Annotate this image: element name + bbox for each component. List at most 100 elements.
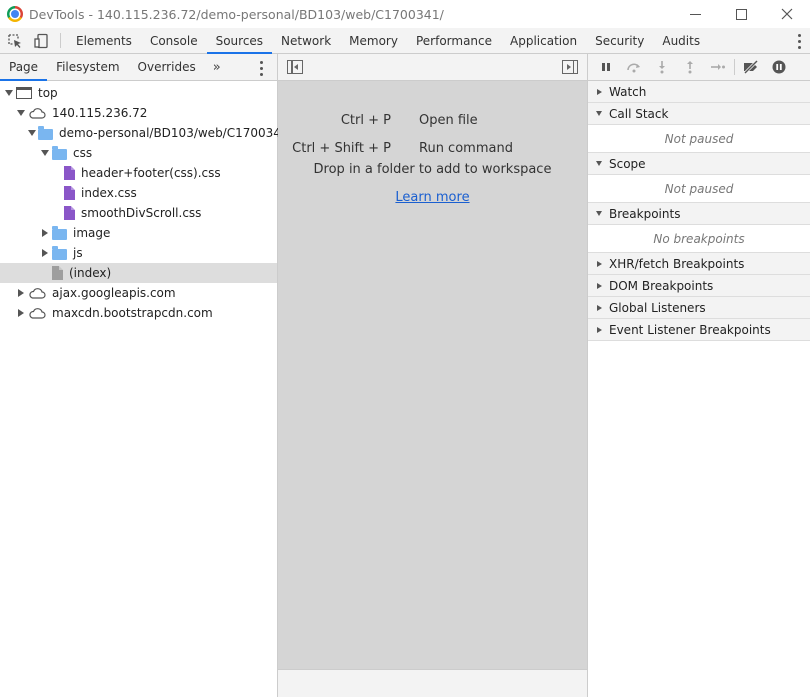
tab-page[interactable]: Page xyxy=(0,54,48,81)
shortcut-key: Ctrl + P xyxy=(340,112,391,128)
tree-item-js-folder[interactable]: js xyxy=(0,243,277,263)
tab-memory[interactable]: Memory xyxy=(340,28,407,53)
toolbar-divider xyxy=(60,33,61,48)
section-title: DOM Breakpoints xyxy=(609,278,714,293)
expand-arrow-icon xyxy=(594,109,604,119)
navigator-menu-icon[interactable] xyxy=(260,61,264,76)
tree-item-host[interactable]: ajax.googleapis.com xyxy=(0,283,277,303)
pause-button[interactable] xyxy=(592,54,620,80)
tab-sources[interactable]: Sources xyxy=(206,28,273,54)
window-controls xyxy=(672,0,810,28)
expand-arrow-icon[interactable] xyxy=(28,128,36,138)
collapse-arrow-icon[interactable] xyxy=(16,288,26,298)
step-out-button[interactable] xyxy=(676,54,704,80)
tab-application[interactable]: Application xyxy=(501,28,586,53)
pause-on-exceptions-button[interactable] xyxy=(765,54,793,80)
window-title: DevTools - 140.115.236.72/demo-personal/… xyxy=(29,6,444,22)
section-header[interactable]: Breakpoints xyxy=(588,203,810,224)
step-over-button[interactable] xyxy=(620,54,648,80)
tree-item-file[interactable]: index.css xyxy=(0,183,277,203)
navigator-tabs: Page Filesystem Overrides » xyxy=(0,54,277,81)
document-icon xyxy=(52,266,63,280)
tab-audits[interactable]: Audits xyxy=(653,28,709,53)
tree-item-css-folder[interactable]: css xyxy=(0,143,277,163)
section-header[interactable]: Watch xyxy=(588,81,810,102)
cloud-icon xyxy=(28,107,46,119)
inspect-element-icon xyxy=(8,34,21,48)
editor-toolbar xyxy=(278,54,587,81)
tree-item-top[interactable]: top xyxy=(0,83,277,103)
section-placeholder: Not paused xyxy=(588,174,810,202)
shortcut-label: Open file xyxy=(419,112,478,128)
deactivate-breakpoints-button[interactable] xyxy=(737,54,765,80)
minimize-button[interactable] xyxy=(672,0,718,28)
more-tabs-button[interactable]: » xyxy=(205,54,229,80)
customize-menu-icon[interactable] xyxy=(798,34,802,49)
toggle-debugger-icon[interactable] xyxy=(562,60,578,74)
step-over-icon xyxy=(627,63,640,73)
section-header[interactable]: Event Listener Breakpoints xyxy=(588,319,810,340)
global-listeners-section: Global Listeners xyxy=(588,297,810,319)
maximize-button[interactable] xyxy=(718,0,764,28)
inspect-element-button[interactable] xyxy=(2,28,28,54)
section-title: Scope xyxy=(609,156,646,171)
section-title: Call Stack xyxy=(609,106,669,121)
toggle-navigator-icon[interactable] xyxy=(287,60,303,74)
tree-item-host[interactable]: 140.115.236.72 xyxy=(0,103,277,123)
section-title: Breakpoints xyxy=(609,206,681,221)
cloud-icon xyxy=(28,307,46,319)
tree-item-host[interactable]: maxcdn.bootstrapcdn.com xyxy=(0,303,277,323)
folder-icon xyxy=(52,245,67,260)
collapse-arrow-icon[interactable] xyxy=(40,228,50,238)
editor-pane: Ctrl + P Open file Ctrl + Shift + P Run … xyxy=(278,54,587,697)
title-bar: DevTools - 140.115.236.72/demo-personal/… xyxy=(0,0,810,28)
expand-arrow-icon[interactable] xyxy=(40,148,50,158)
xhr-breakpoints-section: XHR/fetch Breakpoints xyxy=(588,253,810,275)
device-toolbar-button[interactable] xyxy=(28,28,54,54)
section-header[interactable]: Scope xyxy=(588,153,810,174)
close-button[interactable] xyxy=(764,0,810,28)
section-header[interactable]: DOM Breakpoints xyxy=(588,275,810,296)
tab-network[interactable]: Network xyxy=(272,28,340,53)
section-header[interactable]: Global Listeners xyxy=(588,297,810,318)
section-header[interactable]: Call Stack xyxy=(588,103,810,124)
tree-item-folder[interactable]: demo-personal/BD103/web/C1700341 xyxy=(0,123,289,143)
step-button[interactable] xyxy=(704,54,732,80)
event-listener-breakpoints-section: Event Listener Breakpoints xyxy=(588,319,810,341)
tree-item-file[interactable]: header+footer(css).css xyxy=(0,163,277,183)
tab-elements[interactable]: Elements xyxy=(67,28,141,53)
tab-console[interactable]: Console xyxy=(141,28,207,53)
tree-item-file[interactable]: smoothDivScroll.css xyxy=(0,203,277,223)
pause-on-exceptions-icon xyxy=(772,60,786,74)
expand-arrow-icon[interactable] xyxy=(16,108,26,118)
scope-section: Scope Not paused xyxy=(588,153,810,203)
navigator-pane: Page Filesystem Overrides » top 140.115.… xyxy=(0,54,289,697)
tab-performance[interactable]: Performance xyxy=(407,28,501,53)
section-title: XHR/fetch Breakpoints xyxy=(609,256,745,271)
learn-more-link[interactable]: Learn more xyxy=(278,190,587,205)
breakpoints-section: Breakpoints No breakpoints xyxy=(588,203,810,253)
tab-security[interactable]: Security xyxy=(586,28,653,53)
collapse-arrow-icon[interactable] xyxy=(40,248,50,258)
section-placeholder: No breakpoints xyxy=(588,224,810,252)
chrome-logo-icon xyxy=(7,6,23,22)
collapse-arrow-icon xyxy=(594,303,604,313)
folder-icon xyxy=(52,145,67,160)
tree-item-label: (index) xyxy=(69,266,112,280)
tree-item-index[interactable]: (index) xyxy=(0,263,277,283)
toolbar-divider xyxy=(734,59,735,75)
tree-item-image-folder[interactable]: image xyxy=(0,223,277,243)
folder-icon xyxy=(38,125,53,140)
css-file-icon xyxy=(64,206,75,220)
collapse-arrow-icon[interactable] xyxy=(16,308,26,318)
section-header[interactable]: XHR/fetch Breakpoints xyxy=(588,253,810,274)
shortcut-key: Ctrl + Shift + P xyxy=(292,140,391,156)
shortcut-row: Ctrl + P Open file xyxy=(278,106,587,134)
tab-overrides[interactable]: Overrides xyxy=(129,54,205,80)
expand-arrow-icon[interactable] xyxy=(4,88,14,98)
tab-filesystem[interactable]: Filesystem xyxy=(47,54,128,80)
step-icon xyxy=(711,64,725,70)
folder-icon xyxy=(52,225,67,240)
cloud-icon xyxy=(28,287,46,299)
step-into-button[interactable] xyxy=(648,54,676,80)
